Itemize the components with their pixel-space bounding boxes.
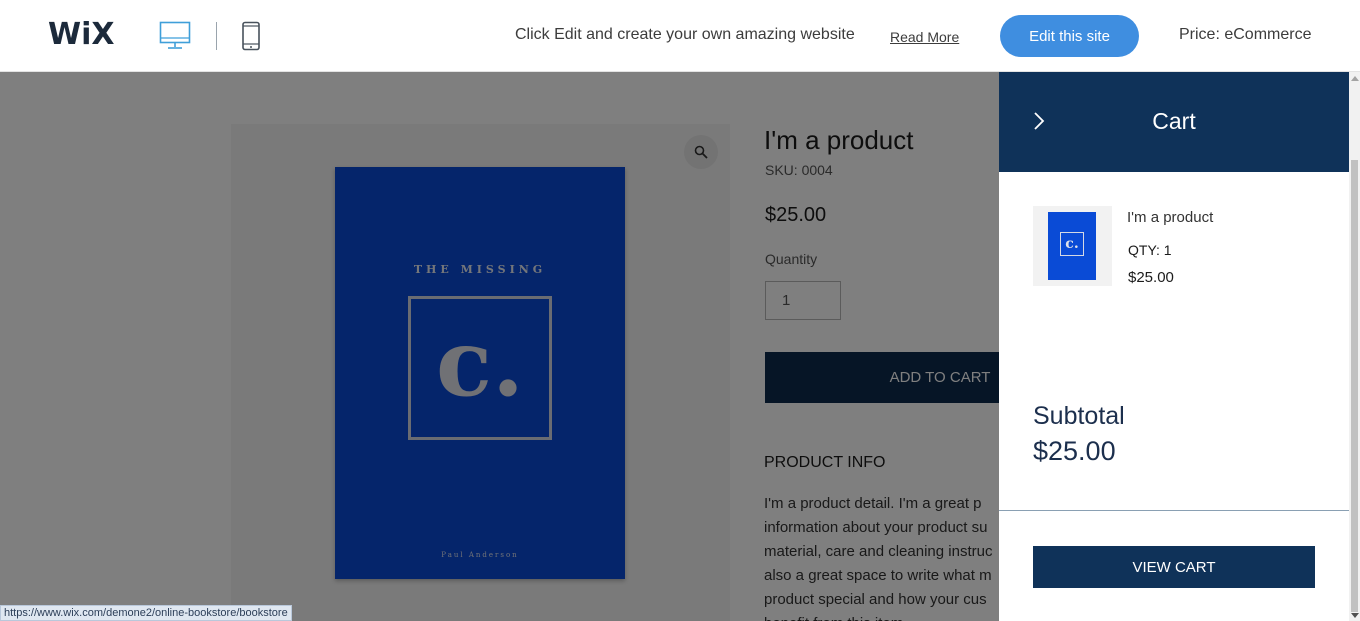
- subtotal-value: $25.00: [1033, 436, 1116, 466]
- view-cart-button[interactable]: VIEW CART: [1033, 546, 1315, 588]
- price-plan-text: Price: eCommerce: [1179, 26, 1312, 43]
- cart-item-price: $25.00: [1128, 269, 1174, 286]
- scrollbar-thumb[interactable]: [1351, 160, 1358, 612]
- desktop-icon[interactable]: [159, 21, 191, 51]
- status-bar-url: https://www.wix.com/demone2/online-books…: [0, 605, 292, 621]
- thumbnail-book-cover: c.: [1048, 212, 1096, 280]
- cart-item-qty: QTY: 1: [1128, 242, 1172, 258]
- thumbnail-cover-frame: c.: [1060, 232, 1084, 256]
- wix-logo[interactable]: WiX: [48, 17, 115, 52]
- promo-text: Click Edit and create your own amazing w…: [515, 26, 855, 43]
- wix-top-bar: WiX Click Edit and create your own amazi…: [0, 0, 1360, 72]
- device-separator: [216, 22, 217, 50]
- cart-item-thumbnail[interactable]: c.: [1033, 206, 1112, 286]
- modal-overlay[interactable]: [0, 72, 999, 621]
- cart-drawer: Cart c. I'm a product QTY: 1 $25.00 Subt…: [999, 72, 1349, 621]
- cart-title: Cart: [1152, 108, 1196, 134]
- scroll-up-arrow-icon[interactable]: [1351, 76, 1359, 81]
- read-more-link[interactable]: Read More: [890, 29, 959, 45]
- edit-site-button[interactable]: Edit this site: [1000, 15, 1139, 57]
- cart-header: Cart: [999, 72, 1349, 172]
- page-scrollbar[interactable]: [1349, 72, 1360, 621]
- subtotal-label: Subtotal: [1033, 402, 1125, 430]
- mobile-icon[interactable]: [241, 21, 261, 51]
- scroll-down-arrow-icon[interactable]: [1351, 613, 1359, 618]
- cart-item-name[interactable]: I'm a product: [1127, 209, 1213, 226]
- cart-divider: [999, 510, 1349, 511]
